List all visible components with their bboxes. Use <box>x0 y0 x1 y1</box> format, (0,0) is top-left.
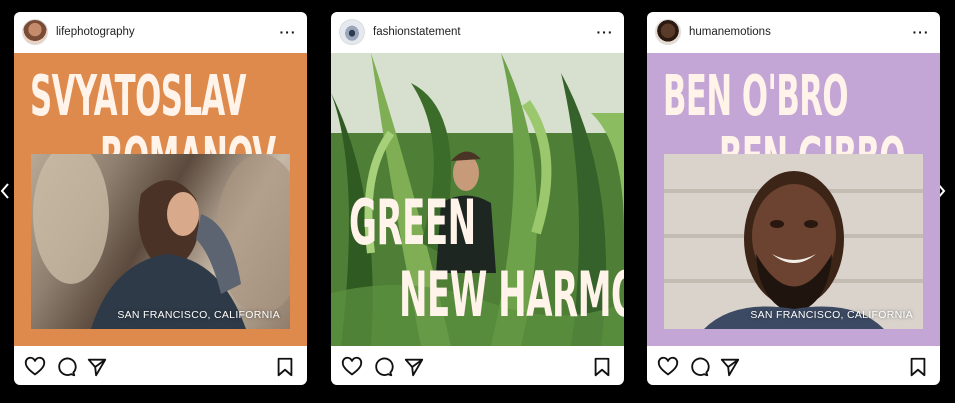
send-icon[interactable] <box>719 356 741 378</box>
post-image[interactable]: BEN O'BRO BEN GIBBO SAN FRANCISCO, CALIF… <box>647 53 940 346</box>
bookmark-icon[interactable] <box>591 356 613 378</box>
avatar[interactable] <box>655 19 681 45</box>
post-actions <box>331 350 624 385</box>
post-card: fashionstatement ··· GREEN NEW HARMONY <box>331 12 624 385</box>
location-label: SAN FRANCISCO, CALIFORNIA <box>750 309 913 321</box>
username[interactable]: fashionstatement <box>373 26 594 38</box>
post-header: lifephotography ··· <box>14 12 307 52</box>
bookmark-icon[interactable] <box>274 356 296 378</box>
comment-icon[interactable] <box>688 356 710 378</box>
username[interactable]: lifephotography <box>56 26 277 38</box>
more-horizontal-icon[interactable]: ··· <box>594 25 616 39</box>
post-headline: SVYATOSLAV <box>30 64 246 129</box>
post-headline-secondary: NEW HARMONY <box>399 258 624 331</box>
chevron-left-icon[interactable] <box>0 182 10 204</box>
post-header: fashionstatement ··· <box>331 12 624 52</box>
comment-icon[interactable] <box>372 356 394 378</box>
post-headline: BEN O'BRO <box>663 64 849 129</box>
location-label: SAN FRANCISCO, CALIFORNIA <box>117 309 280 321</box>
portrait-photo: SAN FRANCISCO, CALIFORNIA <box>31 154 290 329</box>
post-actions <box>647 350 940 385</box>
post-card: humanemotions ··· BEN O'BRO BEN GIBBO SA… <box>647 12 940 385</box>
send-icon[interactable] <box>86 356 108 378</box>
post-header: humanemotions ··· <box>647 12 940 52</box>
bookmark-icon[interactable] <box>907 356 929 378</box>
more-horizontal-icon[interactable]: ··· <box>277 25 299 39</box>
avatar[interactable] <box>339 19 365 45</box>
portrait-photo: SAN FRANCISCO, CALIFORNIA <box>664 154 923 329</box>
send-icon[interactable] <box>403 356 425 378</box>
avatar[interactable] <box>22 19 48 45</box>
post-image[interactable]: GREEN NEW HARMONY <box>331 53 624 346</box>
post-card: lifephotography ··· SVYATOSLAV ROMANOV S… <box>14 12 307 385</box>
more-horizontal-icon[interactable]: ··· <box>910 25 932 39</box>
heart-icon[interactable] <box>341 356 363 378</box>
heart-icon[interactable] <box>24 356 46 378</box>
username[interactable]: humanemotions <box>689 26 910 38</box>
post-image[interactable]: SVYATOSLAV ROMANOV SAN FRANCISCO, CALIFO… <box>14 53 307 346</box>
heart-icon[interactable] <box>657 356 679 378</box>
post-headline: GREEN <box>349 186 476 259</box>
comment-icon[interactable] <box>55 356 77 378</box>
post-actions <box>14 350 307 385</box>
